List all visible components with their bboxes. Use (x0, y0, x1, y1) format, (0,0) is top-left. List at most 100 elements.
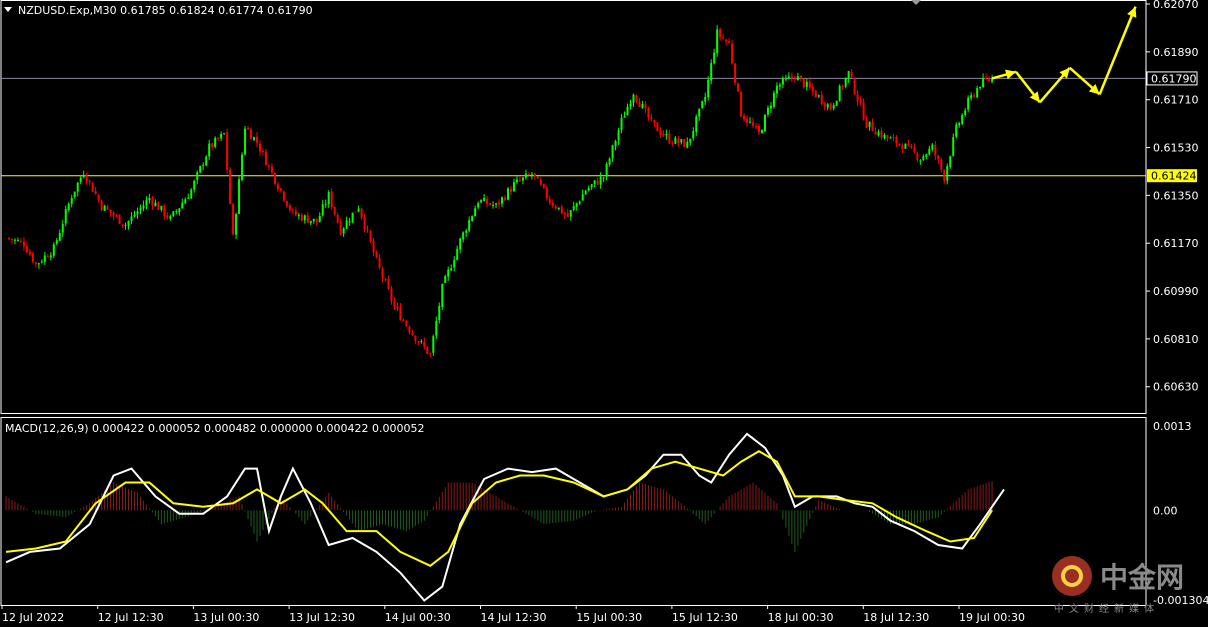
candle-body (844, 77, 847, 87)
candle-body (318, 215, 321, 223)
macd-tick-label: 0.00 (1153, 504, 1178, 517)
background (0, 0, 1208, 627)
candle-body (913, 147, 916, 153)
watermark-logo-icon (1052, 556, 1092, 596)
candle-body (148, 198, 151, 201)
candle-body (599, 176, 602, 185)
candle-body (118, 214, 121, 224)
macd-header: MACD(12,26,9) 0.000422 0.000052 0.000482… (5, 422, 424, 435)
candle-body (408, 326, 411, 333)
candle-body (348, 221, 351, 223)
candle-body (447, 269, 450, 277)
candle-body (369, 230, 372, 242)
candle-body (937, 155, 940, 160)
candle-body (781, 78, 784, 85)
candle-body (393, 301, 396, 307)
candle-body (61, 224, 64, 233)
candle-body (536, 177, 539, 179)
candle-body (581, 194, 584, 201)
candle-body (211, 143, 214, 147)
candle-body (551, 202, 554, 206)
candle-body (988, 79, 991, 81)
candle-body (432, 336, 435, 353)
candle-body (402, 320, 405, 322)
candle-body (285, 200, 288, 207)
candle-body (229, 169, 232, 204)
candle-body (474, 208, 477, 217)
candle-body (835, 100, 838, 106)
chart-canvas[interactable]: 0.62070 0.61890 0.61710 0.61530 0.61350 0.611… (0, 0, 1208, 627)
candle-body (701, 101, 704, 108)
candle-body (64, 209, 67, 224)
candle-body (698, 108, 701, 117)
candle-body (10, 238, 13, 241)
candle-body (232, 204, 235, 235)
candle-body (910, 145, 913, 148)
candle-body (662, 133, 665, 136)
candle-body (423, 341, 426, 347)
candle-body (608, 158, 611, 165)
candle-body (820, 94, 823, 104)
candle-body (444, 275, 447, 283)
candle-body (976, 88, 979, 98)
candle-body (309, 220, 312, 224)
candle-body (674, 137, 677, 144)
candle-body (456, 248, 459, 260)
candle-body (226, 132, 229, 170)
candle-body (315, 218, 318, 223)
watermark-subtitle: 中文财经新媒体 (1054, 602, 1159, 615)
candle-body (288, 205, 291, 210)
candle-body (883, 134, 886, 138)
candle-body (626, 106, 629, 116)
candle-body (181, 202, 184, 209)
candle-body (477, 203, 480, 208)
candle-body (737, 83, 740, 92)
candle-body (515, 179, 518, 183)
candle-body (55, 240, 58, 244)
candle-body (25, 246, 28, 253)
candle-body (847, 71, 850, 79)
candle-body (220, 133, 223, 139)
candle-body (772, 92, 775, 107)
candle-body (294, 210, 297, 216)
candle-body (13, 239, 16, 241)
candle-body (874, 131, 877, 135)
candle-body (31, 253, 34, 263)
candle-body (928, 148, 931, 155)
candle-body (817, 95, 820, 97)
candle-body (330, 191, 333, 208)
candle-body (784, 78, 787, 80)
candle-body (880, 130, 883, 138)
candle-body (306, 215, 309, 223)
candle-body (979, 87, 982, 89)
candle-body (190, 189, 193, 199)
price-tick-label: 0.61170 (1153, 237, 1199, 250)
candle-body (438, 305, 441, 321)
candle-body (898, 143, 901, 145)
candle-body (769, 105, 772, 109)
candle-body (671, 143, 674, 145)
candle-body (530, 174, 533, 176)
candle-body (88, 180, 91, 182)
time-tick-label: 19 Jul 00:30 (959, 611, 1025, 624)
candle-body (922, 156, 925, 160)
candle-body (336, 214, 339, 223)
candle-body (273, 172, 276, 184)
candle-body (787, 76, 790, 79)
candle-body (91, 182, 94, 192)
candle-body (480, 200, 483, 203)
candle-body (267, 165, 270, 167)
candle-body (746, 118, 749, 123)
macd-tick-label: 0.0013 (1153, 420, 1192, 433)
time-tick-label: 14 Jul 00:30 (385, 611, 451, 624)
candle-body (214, 137, 217, 147)
candle-body (877, 131, 880, 136)
candle-body (799, 75, 802, 79)
candle-body (749, 121, 752, 123)
candle-body (889, 137, 892, 139)
candle-body (695, 116, 698, 132)
candle-body (752, 122, 755, 126)
candle-body (270, 166, 273, 173)
candle-body (429, 353, 432, 355)
candle-body (291, 209, 294, 211)
